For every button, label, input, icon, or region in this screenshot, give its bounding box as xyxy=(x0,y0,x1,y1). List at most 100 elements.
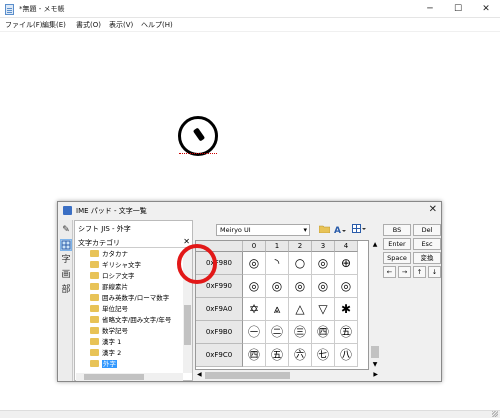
category-item[interactable]: 漢字 2 xyxy=(90,348,121,359)
folder-icon xyxy=(90,283,99,290)
char-cell[interactable]: ㊆ xyxy=(312,344,335,367)
char-cell[interactable]: ◎ xyxy=(243,252,266,275)
folder-icon xyxy=(90,305,99,312)
char-cell[interactable]: ㊅ xyxy=(289,344,312,367)
column-header: 4 xyxy=(335,241,358,252)
char-cell[interactable]: ◎ xyxy=(312,275,335,298)
arrow-up-key[interactable]: ↑ xyxy=(413,266,426,278)
char-cell[interactable]: ◎ xyxy=(266,275,289,298)
menu-format[interactable]: 書式(O) xyxy=(76,20,101,30)
menu-file[interactable]: ファイル(F) xyxy=(5,20,43,30)
char-cell[interactable]: ㊃ xyxy=(312,321,335,344)
category-header-label: 文字カテゴリ xyxy=(78,239,120,247)
folder-icon xyxy=(90,360,99,367)
char-cell[interactable]: ㊀ xyxy=(243,321,266,344)
char-cell[interactable]: ✱ xyxy=(335,298,358,321)
maximize-button[interactable]: ☐ xyxy=(444,0,472,18)
folder-icon xyxy=(90,327,99,334)
window-titlebar: *無題 - メモ帳 ─ ☐ ✕ xyxy=(0,0,500,18)
column-header: 0 xyxy=(243,241,266,252)
stroke-count-tool-icon[interactable]: 画 xyxy=(60,269,72,281)
char-cell[interactable]: ㊇ xyxy=(335,344,358,367)
font-style-icon[interactable]: A xyxy=(334,224,346,236)
convert-key[interactable]: 変換 xyxy=(413,252,441,264)
char-cell[interactable]: ⊕ xyxy=(335,252,358,275)
enter-key[interactable]: Enter xyxy=(383,238,411,250)
svg-text:A: A xyxy=(334,226,341,234)
category-item[interactable]: カタカナ xyxy=(90,249,128,260)
view-mode-icon[interactable] xyxy=(352,224,366,235)
scroll-left-icon[interactable]: ◀ xyxy=(197,371,202,378)
category-item[interactable]: 単位記号 xyxy=(90,304,128,315)
menu-help[interactable]: ヘルプ(H) xyxy=(141,20,173,30)
category-item[interactable]: 省略文字/囲み文字/年号 xyxy=(90,315,171,326)
category-horizontal-scrollbar[interactable] xyxy=(76,373,183,381)
close-button[interactable]: ✕ xyxy=(472,0,500,18)
scroll-thumb[interactable] xyxy=(184,305,191,345)
minimize-button[interactable]: ─ xyxy=(416,0,444,18)
ime-close-button[interactable]: ✕ xyxy=(429,204,437,215)
notepad-icon xyxy=(5,4,14,15)
category-item[interactable]: ギリシャ文字 xyxy=(90,260,141,271)
grid-horizontal-scrollbar[interactable]: ◀ ▶ xyxy=(195,371,380,380)
esc-key[interactable]: Esc xyxy=(413,238,441,250)
view-grid-icon xyxy=(352,224,366,233)
text-style-icon: A xyxy=(334,226,346,236)
arrow-right-key[interactable]: → xyxy=(398,266,411,278)
char-cell[interactable]: ◎ xyxy=(312,252,335,275)
char-list-tool-icon[interactable] xyxy=(60,239,72,251)
row-header: 0xF9A0 xyxy=(196,298,243,321)
char-cell[interactable]: ◝ xyxy=(266,252,289,275)
char-cell[interactable]: ◎ xyxy=(335,275,358,298)
arrow-down-key[interactable]: ↓ xyxy=(428,266,441,278)
scroll-thumb[interactable] xyxy=(205,372,290,379)
arrow-left-key[interactable]: ← xyxy=(383,266,396,278)
category-list: カタカナ ギリシャ文字 ロシア文字 罫線素片 囲み英数字/ローマ数字 単位記号 … xyxy=(76,249,184,373)
row-header: 0xF9B0 xyxy=(196,321,243,344)
row-header: 0xF9C0 xyxy=(196,344,243,367)
char-cell[interactable]: ▽ xyxy=(312,298,335,321)
grid-vertical-scrollbar[interactable]: ▲ ▼ xyxy=(370,240,380,370)
radical-tool-icon[interactable]: 部 xyxy=(60,284,72,296)
char-cell[interactable]: ㊄ xyxy=(266,344,289,367)
char-cell[interactable]: ◎ xyxy=(289,275,312,298)
soft-keyboard-tool-icon[interactable]: 字 xyxy=(60,254,72,266)
scroll-up-icon[interactable]: ▲ xyxy=(371,241,379,248)
char-cell[interactable]: ㊄ xyxy=(335,321,358,344)
folder-icon xyxy=(90,294,99,301)
char-cell[interactable]: ㊁ xyxy=(266,321,289,344)
handwriting-tool-icon[interactable]: ✎ xyxy=(60,224,72,236)
space-key[interactable]: Space xyxy=(383,252,411,264)
red-highlight-circle xyxy=(177,244,217,284)
char-cell[interactable]: ◎ xyxy=(243,275,266,298)
folder-icon xyxy=(90,349,99,356)
category-item[interactable]: ロシア文字 xyxy=(90,271,135,282)
grid-icon xyxy=(61,240,71,250)
category-item[interactable]: 数学記号 xyxy=(90,326,128,337)
character-grid-area: Meiryo UI A 0 1 2 3 4 0xF980 ◎ ◝ ○ ◎ ⊕ 0… xyxy=(194,220,382,381)
del-key[interactable]: Del xyxy=(413,224,441,236)
category-item[interactable]: 漢字 1 xyxy=(90,337,121,348)
open-folder-icon[interactable] xyxy=(318,224,330,235)
column-header: 2 xyxy=(289,241,312,252)
scroll-thumb[interactable] xyxy=(371,346,379,358)
menu-edit[interactable]: 編集(E) xyxy=(42,20,66,30)
font-select[interactable]: Meiryo UI xyxy=(216,224,310,236)
bs-key[interactable]: BS xyxy=(383,224,411,236)
char-cell[interactable]: ㊃ xyxy=(243,344,266,367)
char-cell[interactable]: △ xyxy=(289,298,312,321)
menu-view[interactable]: 表示(V) xyxy=(109,20,133,30)
category-item[interactable]: 罫線素片 xyxy=(90,282,128,293)
category-item[interactable]: 囲み英数字/ローマ数字 xyxy=(90,293,169,304)
category-item-selected[interactable]: 外字 xyxy=(90,359,117,370)
window-title: *無題 - メモ帳 xyxy=(19,5,65,13)
char-cell[interactable]: ○ xyxy=(289,252,312,275)
char-cell[interactable]: ⩓ xyxy=(266,298,289,321)
char-cell[interactable]: ㊂ xyxy=(289,321,312,344)
scroll-thumb[interactable] xyxy=(84,374,144,380)
scroll-down-icon[interactable]: ▼ xyxy=(371,361,379,368)
folder-icon xyxy=(90,338,99,345)
scroll-right-icon[interactable]: ▶ xyxy=(373,371,378,378)
resize-grip[interactable] xyxy=(492,411,498,417)
char-cell[interactable]: ✡ xyxy=(243,298,266,321)
